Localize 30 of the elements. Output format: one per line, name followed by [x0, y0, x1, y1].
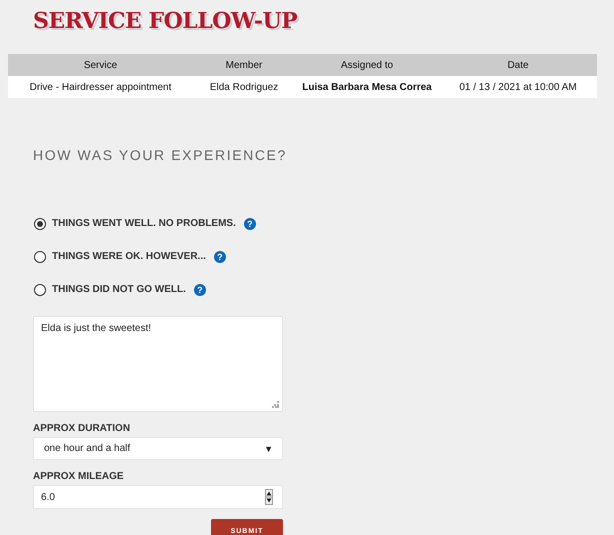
page-title: SERVICE FOLLOW-UP: [33, 8, 298, 34]
field-value: 6.0: [41, 492, 55, 502]
column-header: Service: [82, 60, 118, 70]
dropdown-value: one hour and a half: [44, 443, 130, 454]
table-cell-text: Luisa Barbara Mesa Correa: [301, 82, 433, 92]
option-label: THINGS WENT WELL. NO PROBLEMS.: [52, 218, 236, 229]
dropdown-arrow-icon: ▼: [264, 444, 273, 454]
radio-button[interactable]: [34, 284, 46, 296]
resize-grip-icon[interactable]: [272, 401, 279, 408]
column-header: Assigned to: [340, 60, 394, 70]
table-cell-text: 01 / 13 / 2021 at 10:00 AM: [458, 82, 578, 92]
section-heading: HOW WAS YOUR EXPERIENCE?: [33, 147, 283, 163]
comment-field[interactable]: Elda is just the sweetest!: [33, 316, 283, 412]
spinner-icon[interactable]: [265, 489, 273, 505]
field-label: APPROX DURATION: [33, 422, 132, 435]
option-label: THINGS DID NOT GO WELL.: [52, 284, 186, 295]
radio-button[interactable]: [34, 218, 46, 230]
column-header: Member: [224, 60, 264, 70]
mileage-field[interactable]: 6.0: [33, 485, 283, 509]
table-cell-text: Elda Rodriguez: [208, 82, 280, 92]
option-label: THINGS WERE OK. HOWEVER...: [52, 251, 206, 262]
field-value: Elda is just the sweetest!: [41, 323, 152, 334]
radio-button[interactable]: [34, 250, 46, 262]
table-cell-text: Drive - Hairdresser appointment: [28, 82, 172, 92]
help-icon[interactable]: ?: [214, 250, 226, 262]
field-label: APPROX MILEAGE: [33, 470, 125, 483]
help-icon[interactable]: ?: [244, 218, 256, 230]
help-icon[interactable]: ?: [194, 284, 206, 296]
duration-dropdown[interactable]: one hour and a half ▼: [33, 437, 283, 460]
column-header: Date: [506, 60, 530, 70]
